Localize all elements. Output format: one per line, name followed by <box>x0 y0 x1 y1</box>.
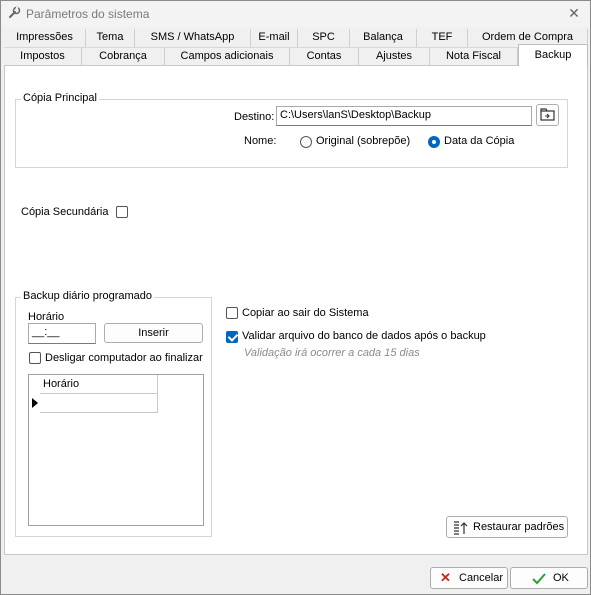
name-label: Nome: <box>244 135 277 147</box>
tab-impostos[interactable]: Impostos <box>4 47 82 65</box>
title-bar: Parâmetros do sistema ✕ <box>1 1 590 27</box>
row-indicator-icon <box>32 398 38 408</box>
insert-button[interactable]: Inserir <box>104 323 203 343</box>
tab-impressoes[interactable]: Impressões <box>4 29 86 47</box>
restore-defaults-label: Restaurar padrões <box>473 521 565 533</box>
validation-hint: Validação irá ocorrer a cada 15 dias <box>244 347 420 359</box>
tab-email[interactable]: E-mail <box>251 29 298 47</box>
radio-data-da-copia-label: Data da Cópia <box>444 135 515 147</box>
time-input[interactable]: __:__ <box>28 323 96 344</box>
restore-icon <box>454 521 468 535</box>
tab-balanca[interactable]: Balança <box>350 29 417 47</box>
tab-cobranca[interactable]: Cobrança <box>82 47 165 65</box>
tab-tema[interactable]: Tema <box>86 29 135 47</box>
tab-spc[interactable]: SPC <box>298 29 350 47</box>
validate-db-checkbox[interactable] <box>226 331 238 343</box>
tab-campos-adicionais[interactable]: Campos adicionais <box>165 47 290 65</box>
ok-label: OK <box>553 572 569 584</box>
browse-folder-button[interactable] <box>536 104 559 126</box>
time-label: Horário <box>28 311 65 323</box>
radio-original-label: Original (sobrepõe) <box>316 135 411 147</box>
secondary-copy-label: Cópia Secundária <box>21 206 109 218</box>
copy-on-exit-checkbox[interactable] <box>226 307 238 319</box>
primary-copy-group-label: Cópia Principal <box>21 92 99 104</box>
schedule-grid[interactable]: Horário <box>28 374 204 526</box>
dialog-window: Parâmetros do sistema ✕ Impressões Tema … <box>0 0 591 595</box>
window-title: Parâmetros do sistema <box>26 7 150 21</box>
cancel-icon: ✕ <box>440 570 451 585</box>
copy-on-exit-label: Copiar ao sair do Sistema <box>242 307 369 319</box>
tab-sms-whatsapp[interactable]: SMS / WhatsApp <box>135 29 251 47</box>
ok-button[interactable]: OK <box>510 567 588 589</box>
radio-original[interactable] <box>300 136 312 148</box>
tab-ajustes[interactable]: Ajustes <box>359 47 430 65</box>
tab-backup[interactable]: Backup <box>518 44 588 66</box>
validate-db-label: Validar arquivo do banco de dados após o… <box>242 330 486 342</box>
tab-contas[interactable]: Contas <box>290 47 359 65</box>
restore-defaults-button[interactable]: Restaurar padrões <box>446 516 568 538</box>
folder-browse-icon <box>540 108 555 121</box>
cancel-button[interactable]: ✕ Cancelar <box>430 567 508 589</box>
destination-input[interactable]: C:\Users\lanS\Desktop\Backup <box>276 106 532 126</box>
shutdown-label: Desligar computador ao finalizar <box>45 352 203 364</box>
checkmark-icon <box>532 573 546 585</box>
destination-label: Destino: <box>234 111 275 123</box>
grid-header-horario[interactable]: Horário <box>40 375 158 394</box>
secondary-copy-checkbox[interactable] <box>116 206 128 218</box>
close-icon[interactable]: ✕ <box>566 5 582 21</box>
tab-tef[interactable]: TEF <box>417 29 468 47</box>
shutdown-checkbox[interactable] <box>29 352 41 364</box>
cancel-label: Cancelar <box>459 572 504 584</box>
tab-nota-fiscal[interactable]: Nota Fiscal <box>430 47 518 65</box>
grid-cell[interactable] <box>40 394 158 413</box>
radio-data-da-copia[interactable] <box>428 136 440 148</box>
scheduled-backup-group-label: Backup diário programado <box>21 290 155 302</box>
wrench-icon <box>9 6 21 18</box>
